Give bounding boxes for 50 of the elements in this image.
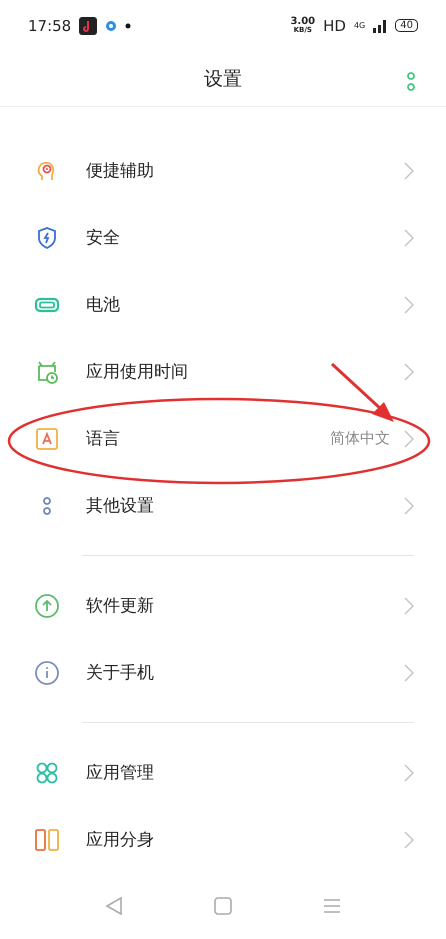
signal-icon: [373, 18, 388, 33]
settings-item[interactable]: 便捷辅助: [0, 137, 446, 204]
settings-item[interactable]: 电池: [0, 271, 446, 338]
chevron-icon: [404, 596, 414, 615]
more-icon[interactable]: [406, 70, 416, 93]
item-label: 便捷辅助: [86, 160, 155, 182]
page-title: 设置: [204, 66, 242, 92]
chevron-icon: [404, 296, 414, 314]
chevron-icon: [404, 162, 414, 180]
chevron-icon: [404, 830, 414, 849]
grid-icon: [34, 760, 60, 786]
settings-item[interactable]: 应用分身: [0, 806, 446, 874]
item-label: 应用分身: [86, 829, 155, 852]
app-notification-icon: [79, 16, 98, 35]
item-label: 软件更新: [86, 595, 155, 618]
item-label: 其他设置: [86, 495, 155, 518]
item-label: 安全: [86, 227, 121, 250]
dot-icon: [125, 22, 132, 29]
recents-icon[interactable]: [322, 898, 341, 914]
chevron-icon: [404, 496, 414, 515]
item-label: 关于手机: [86, 662, 155, 684]
item-label: 应用管理: [86, 762, 155, 784]
upload-icon: [34, 592, 60, 619]
notification-dot-icon: [105, 20, 118, 32]
chevron-icon: [404, 362, 414, 381]
settings-item[interactable]: 应用管理: [0, 739, 446, 806]
settings-item[interactable]: 软件更新: [0, 572, 446, 640]
clock-time: 17:58: [28, 16, 72, 35]
chevron-icon: [404, 228, 414, 247]
item-label: 电池: [86, 294, 121, 316]
item-label: 应用使用时间: [86, 361, 189, 384]
settings-item[interactable]: 应用使用时间: [0, 338, 446, 406]
chevron-icon: [404, 664, 414, 682]
item-label: 语言: [86, 428, 121, 450]
settings-item[interactable]: 其他设置: [0, 472, 446, 540]
chevron-icon: [404, 764, 414, 782]
back-icon[interactable]: [105, 896, 124, 916]
settings-item[interactable]: 语言 简体中文: [0, 405, 446, 472]
letter-icon: [34, 426, 60, 452]
split-icon: [34, 826, 60, 853]
item-value: 简体中文: [330, 429, 390, 448]
hd-label: HD: [323, 16, 346, 35]
home-icon[interactable]: [214, 897, 232, 916]
network-type: 4G: [354, 21, 366, 30]
chevron-icon: [404, 430, 414, 448]
pointer-arrow: [330, 362, 396, 424]
info-icon: [34, 660, 60, 686]
settings-item[interactable]: 安全: [0, 204, 446, 272]
battery-level: 40: [395, 19, 418, 32]
settings-item[interactable]: 关于手机: [0, 639, 446, 706]
